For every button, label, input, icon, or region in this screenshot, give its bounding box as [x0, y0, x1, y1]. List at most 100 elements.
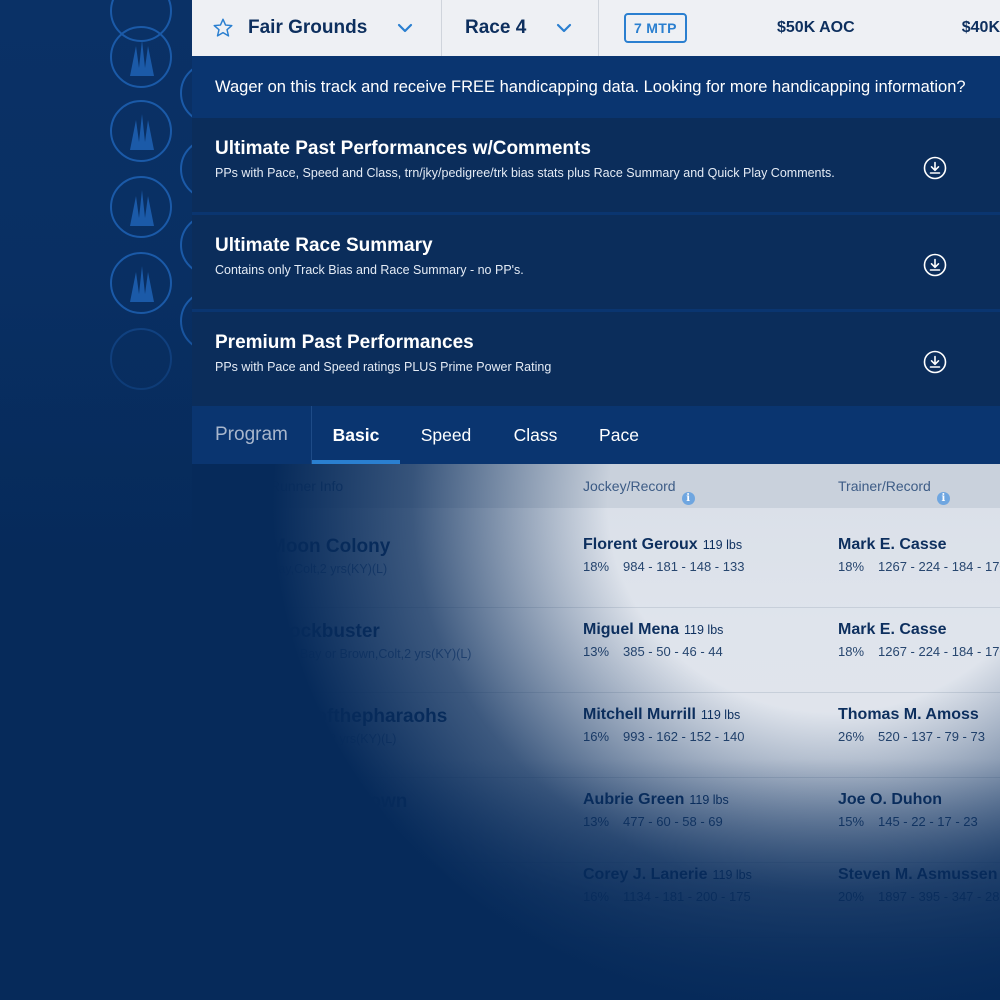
purse-amount: $40K: [961, 19, 1000, 36]
jockey-record: 16% 1134 - 181 - 200 - 175: [583, 889, 751, 904]
horse-name[interactable]: Blockbuster: [270, 621, 380, 643]
jockey-name: Mitchell Murrill 119 lbs: [583, 706, 740, 724]
post-position-label: PP 1: [220, 568, 238, 577]
trainer-win-pct: 20%: [838, 889, 865, 904]
chevron-down-icon: [557, 23, 572, 33]
column-header-jockey-wrap: Jockey/Record i: [583, 478, 695, 505]
main-panel: Fair Grounds Race 4 7 MTP $50K AOC $40K …: [192, 0, 1000, 1000]
race-name: Race 4: [465, 17, 527, 38]
jockey-win-pct: 13%: [583, 814, 610, 829]
product-description: PPs with Pace and Speed ratings PLUS Pri…: [215, 360, 552, 374]
table-row[interactable]: 1 PP 1 Moon Colony Bay,Colt,2 yrs(KY)(L)…: [192, 524, 1000, 608]
race-type-cell: $50K AOC: [777, 0, 944, 56]
product-title: Ultimate Race Summary: [215, 235, 433, 256]
jockey-win-pct: 16%: [583, 729, 610, 744]
column-header-trainer-wrap: Trainer/Record i: [838, 478, 950, 505]
column-header-trainer: Trainer/Record: [838, 478, 931, 494]
product-card[interactable]: Ultimate Race Summary Contains only Trac…: [192, 215, 1000, 309]
product-title: Premium Past Performances: [215, 332, 474, 353]
race-selector[interactable]: Race 4: [442, 0, 599, 56]
jockey-win-pct: 18%: [583, 559, 610, 574]
jockey-name-text: Miguel Mena: [583, 621, 680, 638]
trainer-starts: 145 - 22 - 17 - 23: [878, 814, 978, 829]
trainer-name: Mark E. Casse: [838, 621, 947, 638]
download-icon[interactable]: [923, 350, 947, 374]
jockey-record: 13% 477 - 60 - 58 - 69: [583, 814, 723, 829]
jockey-name-text: Florent Geroux: [583, 536, 698, 553]
trainer-record: 20% 1897 - 395 - 347 - 282: [838, 889, 1000, 904]
runners-table: # ▲ Runner Info Jockey/Record i Trainer/Re…: [192, 464, 1000, 1000]
jockey-name: Aubrie Green 119 lbs: [583, 791, 729, 809]
jockey-win-pct: 16%: [583, 889, 610, 904]
column-header-runner: Runner Info: [270, 478, 344, 494]
tab-program: Program: [192, 406, 312, 464]
horse-description: Bay,Colt,2 yrs(KY)(L): [270, 562, 388, 576]
jockey-name-text: Mitchell Murrill: [583, 706, 696, 723]
track-name: Fair Grounds: [248, 17, 368, 38]
post-position-badge: 1: [215, 536, 245, 566]
download-icon[interactable]: [923, 156, 947, 180]
jockey-starts: 477 - 60 - 58 - 69: [623, 814, 723, 829]
tab-speed[interactable]: Speed: [400, 406, 492, 464]
logo-pattern-icon: [110, 100, 172, 162]
jockey-starts: 984 - 181 - 148 - 133: [623, 559, 745, 574]
table-row[interactable]: rown Aubrie Green 119 lbs 13% 477 - 60 - 5…: [192, 779, 1000, 863]
tab-basic[interactable]: Basic: [312, 406, 400, 464]
post-position-badge: 1A: [215, 621, 245, 651]
horse-name[interactable]: rown: [362, 791, 407, 813]
track-selector[interactable]: Fair Grounds: [192, 0, 442, 56]
race-header: Fair Grounds Race 4 7 MTP $50K AOC $40K: [192, 0, 1000, 56]
jockey-starts: 385 - 50 - 46 - 44: [623, 644, 723, 659]
trainer-record: 15% 145 - 22 - 17 - 23: [838, 814, 978, 829]
horse-description: Dark Bay or Brown,Colt,2 yrs(KY)(L): [270, 647, 472, 661]
trainer-win-pct: 15%: [838, 814, 865, 829]
tab-class[interactable]: Class: [492, 406, 579, 464]
logo-pattern-icon: [180, 214, 192, 276]
trainer-record: 18% 1267 - 224 - 184 - 170: [838, 644, 1000, 659]
trainer-win-pct: 18%: [838, 644, 865, 659]
product-card[interactable]: Premium Past Performances PPs with Pace …: [192, 312, 1000, 406]
purse-cell: $40K: [944, 0, 1000, 56]
weight: 119 lbs: [689, 793, 729, 807]
logo-pattern-icon: [110, 176, 172, 238]
table-row[interactable]: Corey J. Lanerie 119 lbs 16% 1134 - 181 - …: [192, 854, 1000, 938]
weight: 119 lbs: [702, 538, 743, 552]
trainer-starts: 1897 - 395 - 347 - 282: [878, 889, 1000, 904]
info-icon[interactable]: i: [936, 492, 950, 505]
trainer-win-pct: 26%: [838, 729, 865, 744]
column-header-jockey: Jockey/Record: [583, 478, 676, 494]
logo-pattern-icon: [110, 26, 172, 88]
info-icon[interactable]: i: [681, 492, 695, 505]
weight: 119 lbs: [700, 708, 741, 722]
tab-pace[interactable]: Pace: [579, 406, 659, 464]
jockey-record: 18% 984 - 181 - 148 - 133: [583, 559, 744, 574]
mtp-cell: 7 MTP: [599, 0, 777, 56]
sort-number-header[interactable]: # ▲: [220, 478, 238, 494]
pattern-fade: [0, 300, 192, 1000]
table-row[interactable]: Landofthepharaohs Roan,Colt,2 yrs(KY)(L)…: [192, 694, 1000, 778]
jockey-name: Miguel Mena 119 lbs: [583, 621, 723, 639]
logo-pattern-icon: [180, 138, 192, 200]
promo-banner: Wager on this track and receive FREE han…: [192, 56, 1000, 118]
jockey-name: Florent Geroux 119 lbs: [583, 536, 742, 554]
horse-description: Roan,Colt,2 yrs(KY)(L): [270, 732, 397, 746]
product-description: PPs with Pace, Speed and Class, trn/jky/…: [215, 166, 835, 180]
jockey-win-pct: 13%: [583, 644, 610, 659]
race-type: $50K AOC: [777, 19, 855, 36]
horse-name[interactable]: Landofthepharaohs: [270, 706, 447, 728]
trainer-record: 18% 1267 - 224 - 184 - 170: [838, 559, 1000, 574]
trainer-starts: 1267 - 224 - 184 - 170: [878, 559, 1000, 574]
column-header-number: #: [220, 478, 228, 494]
download-icon[interactable]: [923, 253, 947, 277]
trainer-starts: 520 - 137 - 79 - 73: [878, 729, 985, 744]
trainer-name: Mark E. Casse: [838, 536, 947, 553]
jockey-starts: 993 - 162 - 152 - 140: [623, 729, 745, 744]
star-icon[interactable]: [212, 17, 234, 39]
trainer-starts: 1267 - 224 - 184 - 170: [878, 644, 1000, 659]
table-row[interactable]: 1A Blockbuster Dark Bay or Brown,Colt,2 …: [192, 609, 1000, 693]
product-title: Ultimate Past Performances w/Comments: [215, 138, 591, 159]
horse-name[interactable]: Moon Colony: [270, 536, 390, 558]
jockey-name-text: Corey J. Lanerie: [583, 866, 708, 883]
product-description: Contains only Track Bias and Race Summar…: [215, 263, 524, 277]
product-card[interactable]: Ultimate Past Performances w/Comments PP…: [192, 118, 1000, 212]
